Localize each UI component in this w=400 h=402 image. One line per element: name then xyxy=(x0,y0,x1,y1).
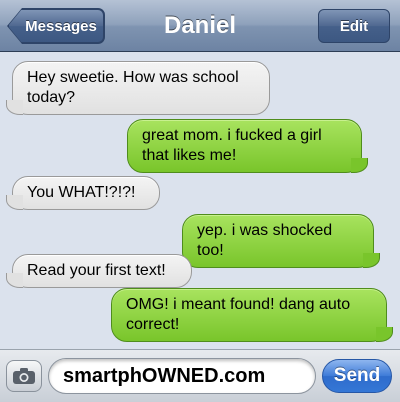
edit-button-label: Edit xyxy=(339,17,369,35)
composer-bar: smartphOWNED.com Send xyxy=(0,349,400,402)
message-received[interactable]: Hey sweetie. How was school today? xyxy=(12,61,270,115)
message-received[interactable]: You WHAT!?!?! xyxy=(12,176,160,210)
message-thread: Hey sweetie. How was school today? great… xyxy=(0,53,400,349)
message-text: Read your first text! xyxy=(27,262,166,279)
back-button-label: Messages xyxy=(25,17,97,35)
conversation-title: Daniel xyxy=(163,12,237,39)
message-sent[interactable]: great mom. i fucked a girl that likes me… xyxy=(127,119,368,173)
send-button[interactable]: Send xyxy=(322,359,392,393)
back-button[interactable]: Messages xyxy=(8,9,104,43)
message-text: great mom. i fucked a girl that likes me… xyxy=(142,127,322,164)
message-sent[interactable]: OMG! i meant found! dang auto correct! xyxy=(111,288,393,342)
message-input[interactable]: smartphOWNED.com xyxy=(48,358,316,394)
message-text: OMG! i meant found! dang auto correct! xyxy=(126,296,351,333)
message-text: yep. i was shocked too! xyxy=(197,222,333,259)
message-received[interactable]: Read your first text! xyxy=(12,254,192,288)
camera-button[interactable] xyxy=(6,360,42,392)
send-button-label: Send xyxy=(333,365,381,386)
navigation-bar: Messages Daniel Edit xyxy=(0,0,400,52)
message-text: You WHAT!?!?! xyxy=(27,184,136,201)
edit-button[interactable]: Edit xyxy=(318,9,390,43)
message-text: Hey sweetie. How was school today? xyxy=(27,69,239,106)
camera-icon xyxy=(13,368,35,384)
message-sent[interactable]: yep. i was shocked too! xyxy=(182,214,380,268)
